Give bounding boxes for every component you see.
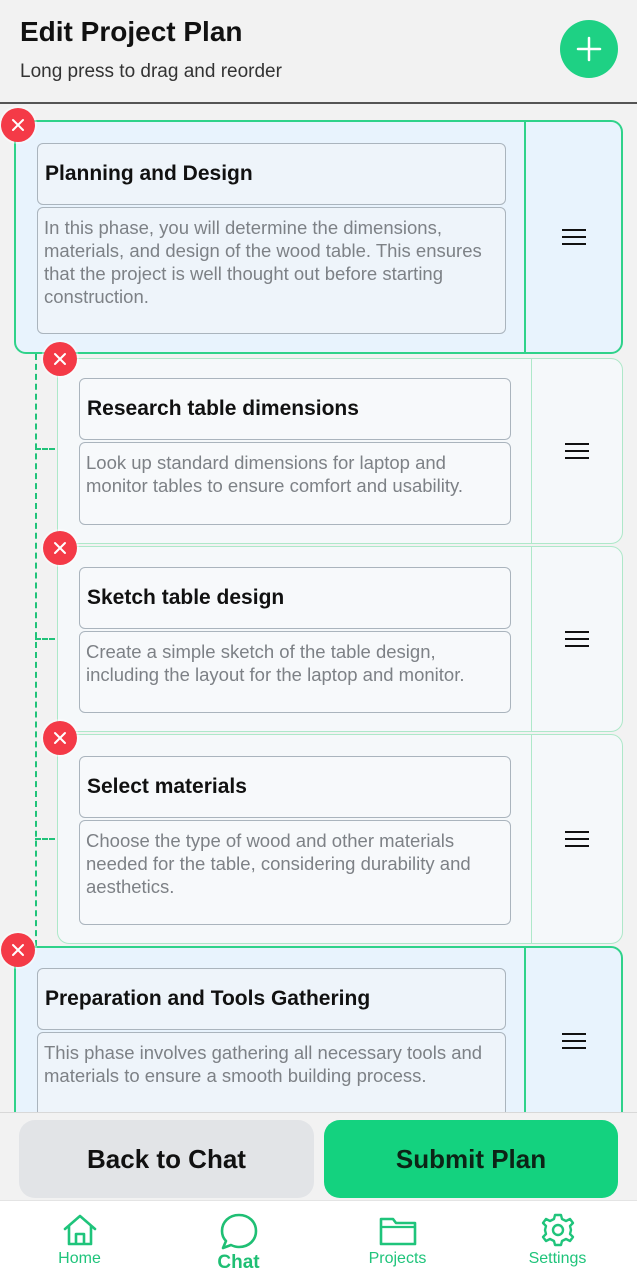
drag-handle[interactable]	[531, 359, 622, 543]
delete-phase-button[interactable]	[1, 933, 35, 967]
phase-title-field[interactable]: Planning and Design	[37, 143, 506, 205]
back-to-chat-button[interactable]: Back to Chat	[19, 1120, 314, 1198]
submit-plan-button[interactable]: Submit Plan	[324, 1120, 618, 1198]
nav-label-settings: Settings	[528, 1250, 587, 1267]
close-icon	[12, 944, 24, 956]
gear-icon	[541, 1213, 574, 1247]
phase-description-field[interactable]: This phase involves gathering all necess…	[37, 1032, 506, 1112]
plus-icon	[576, 36, 602, 62]
page-title: Edit Project Plan	[20, 16, 243, 47]
phase-card[interactable]: Planning and Design In this phase, you w…	[14, 120, 623, 354]
bottom-nav: Home Chat Projects Settings	[0, 1200, 637, 1280]
app-screen: Edit Project Plan Long press to drag and…	[0, 0, 637, 1280]
delete-task-button[interactable]	[43, 531, 77, 565]
phase-card[interactable]: Preparation and Tools Gathering This pha…	[14, 946, 623, 1112]
plan-list[interactable]: Planning and Design In this phase, you w…	[0, 106, 637, 1112]
home-icon	[63, 1214, 96, 1246]
drag-handle-icon	[561, 229, 586, 245]
task-title-field[interactable]: Research table dimensions	[79, 378, 511, 440]
tree-branch	[35, 638, 55, 640]
delete-task-button[interactable]	[43, 721, 77, 755]
drag-handle-icon	[565, 631, 589, 647]
close-icon	[12, 119, 24, 131]
drag-handle[interactable]	[531, 547, 622, 731]
tree-connector	[35, 354, 37, 946]
task-description-field[interactable]: Create a simple sketch of the table desi…	[79, 631, 511, 713]
task-description-field[interactable]: Choose the type of wood and other materi…	[79, 820, 511, 925]
nav-item-settings[interactable]: Settings	[478, 1201, 637, 1280]
task-title-field[interactable]: Sketch table design	[79, 567, 511, 629]
drag-handle-icon	[565, 831, 589, 847]
drag-handle[interactable]	[524, 948, 621, 1112]
tree-branch	[35, 448, 55, 450]
drag-handle-icon	[565, 443, 589, 459]
tree-branch	[35, 838, 55, 840]
nav-item-chat[interactable]: Chat	[159, 1201, 318, 1280]
delete-task-button[interactable]	[43, 342, 77, 376]
close-icon	[54, 542, 66, 554]
task-card[interactable]: Research table dimensions Look up standa…	[57, 358, 623, 544]
nav-label-projects: Projects	[368, 1250, 427, 1267]
task-card[interactable]: Select materials Choose the type of wood…	[57, 734, 623, 944]
nav-item-projects[interactable]: Projects	[318, 1201, 477, 1280]
phase-title-field[interactable]: Preparation and Tools Gathering	[37, 968, 506, 1030]
chat-icon	[220, 1213, 257, 1250]
add-phase-button[interactable]	[560, 20, 618, 78]
delete-phase-button[interactable]	[1, 108, 35, 142]
header: Edit Project Plan Long press to drag and…	[0, 0, 637, 104]
phase-description-field[interactable]: In this phase, you will determine the di…	[37, 207, 506, 334]
close-icon	[54, 353, 66, 365]
folder-icon	[379, 1217, 416, 1246]
task-card[interactable]: Sketch table design Create a simple sket…	[57, 546, 623, 732]
nav-item-home[interactable]: Home	[0, 1201, 159, 1280]
task-title-field[interactable]: Select materials	[79, 756, 511, 818]
task-description-field[interactable]: Look up standard dimensions for laptop a…	[79, 442, 511, 525]
nav-label-chat: Chat	[217, 1252, 260, 1273]
action-bar: Back to Chat Submit Plan	[0, 1112, 637, 1200]
drag-handle[interactable]	[531, 735, 622, 943]
drag-handle[interactable]	[524, 122, 621, 352]
close-icon	[54, 732, 66, 744]
page-subtitle: Long press to drag and reorder	[20, 61, 282, 82]
nav-label-home: Home	[58, 1250, 101, 1267]
drag-handle-icon	[561, 1033, 586, 1049]
